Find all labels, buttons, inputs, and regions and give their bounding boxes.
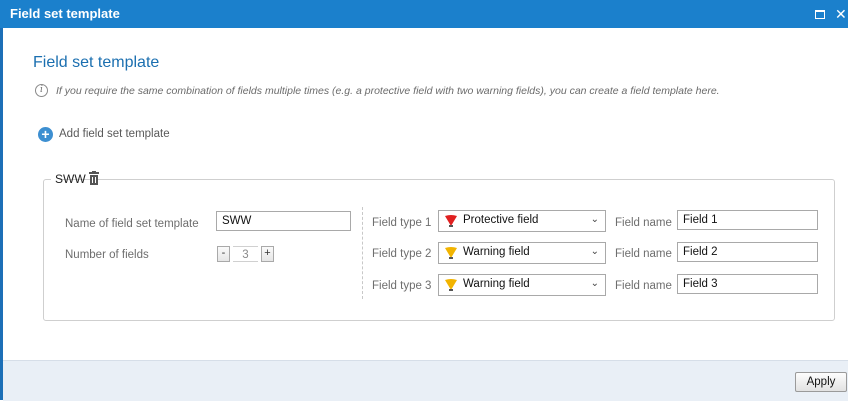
- apply-button[interactable]: Apply: [795, 372, 847, 392]
- info-icon: i: [35, 84, 48, 97]
- protective-field-icon-base: [449, 225, 453, 227]
- warning-field-icon-shape: [445, 279, 457, 290]
- close-icon[interactable]: ✕: [835, 7, 848, 21]
- restore-icon[interactable]: [813, 7, 827, 21]
- chevron-down-icon: ⌄: [590, 214, 599, 225]
- protective-field-icon: [445, 215, 457, 227]
- field-type-1-label: Field type 1: [372, 217, 432, 229]
- number-of-fields-value[interactable]: 3: [233, 246, 258, 262]
- template-name-input[interactable]: SWW: [216, 211, 351, 231]
- warning-field-icon-base: [449, 289, 453, 291]
- window-title: Field set template: [10, 6, 120, 21]
- field-type-1-select[interactable]: Protective field ⌄: [438, 210, 606, 232]
- field-type-2-select[interactable]: Warning field ⌄: [438, 242, 606, 264]
- field-name-2-input[interactable]: Field 2: [677, 242, 818, 262]
- field-type-2-label: Field type 2: [372, 248, 432, 260]
- warning-field-icon: [445, 279, 457, 291]
- decrement-button[interactable]: -: [217, 246, 230, 262]
- field-type-3-value: Warning field: [463, 278, 530, 290]
- warning-field-icon-base: [449, 257, 453, 259]
- field-type-3-label: Field type 3: [372, 280, 432, 292]
- column-divider: [362, 207, 363, 299]
- field-type-3-select[interactable]: Warning field ⌄: [438, 274, 606, 296]
- warning-field-icon-shape: [445, 247, 457, 258]
- field-name-1-input[interactable]: Field 1: [677, 210, 818, 230]
- page-title: Field set template: [33, 54, 160, 71]
- info-text: If you require the same combination of f…: [56, 85, 720, 97]
- field-name-3-input[interactable]: Field 3: [677, 274, 818, 294]
- template-header: SWW: [51, 170, 99, 188]
- chevron-down-icon: ⌄: [590, 278, 599, 289]
- increment-button[interactable]: +: [261, 246, 274, 262]
- field-name-2-label: Field name: [615, 248, 672, 260]
- dialog-footer: [3, 360, 848, 401]
- chevron-down-icon: ⌄: [590, 246, 599, 257]
- template-name-heading: SWW: [55, 172, 86, 186]
- field-type-1-value: Protective field: [463, 214, 539, 226]
- trash-icon[interactable]: [88, 171, 100, 186]
- protective-field-icon-shape: [445, 215, 457, 226]
- warning-field-icon: [445, 247, 457, 259]
- field-type-2-value: Warning field: [463, 246, 530, 258]
- number-of-fields-label: Number of fields: [65, 249, 149, 261]
- template-name-label: Name of field set template: [65, 218, 199, 230]
- field-name-3-label: Field name: [615, 280, 672, 292]
- title-bar: Field set template ✕: [0, 0, 848, 28]
- plus-circle-icon: +: [38, 127, 53, 142]
- add-field-set-template-label: Add field set template: [59, 128, 170, 140]
- field-name-1-label: Field name: [615, 217, 672, 229]
